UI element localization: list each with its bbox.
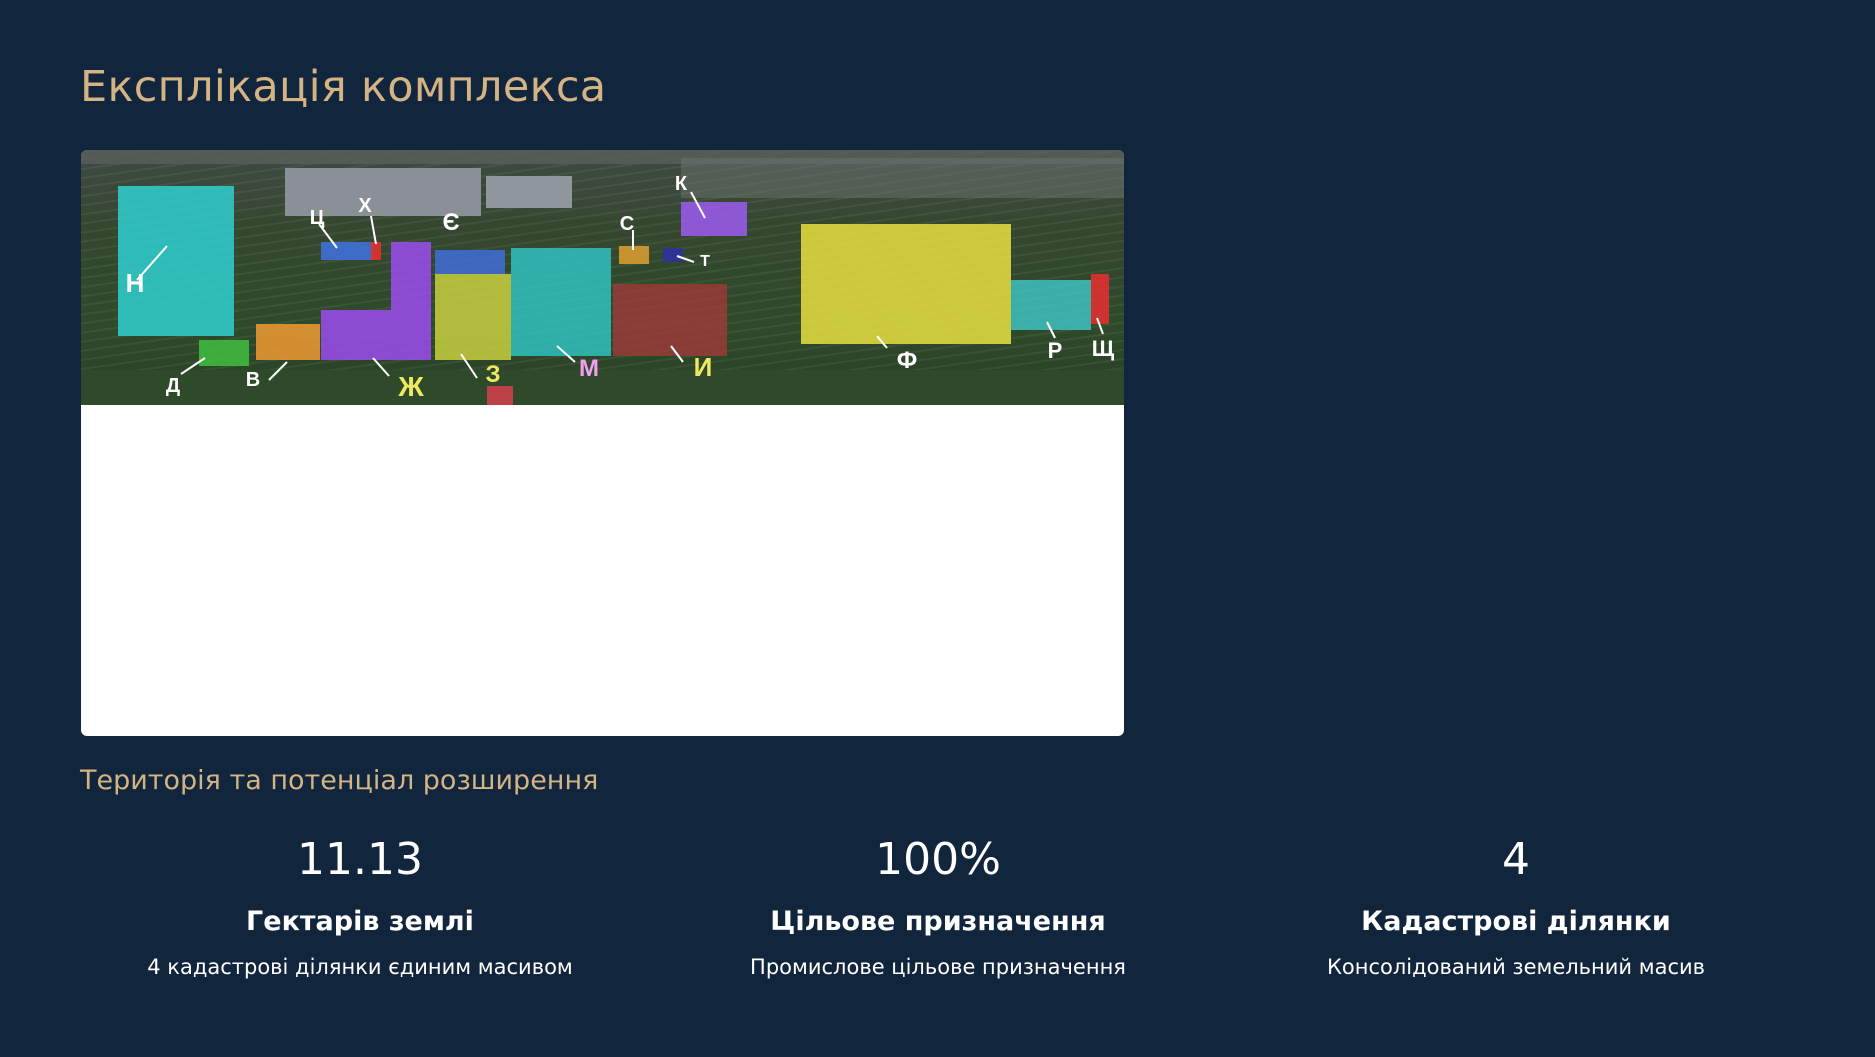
site-plan-overlay: Н Ц Х Є К С Т Д В Ж З М И Ф Р Щ bbox=[81, 150, 1124, 405]
label-s: С bbox=[620, 213, 634, 235]
building-f bbox=[801, 224, 1011, 344]
stat-value: 4 bbox=[1502, 834, 1530, 885]
building-t bbox=[663, 248, 683, 262]
stat-label: Цільове призначення bbox=[770, 906, 1106, 937]
stat-purpose: 100% Цільове призначення Промислове ціль… bbox=[668, 830, 1208, 979]
label-m: М bbox=[579, 355, 599, 382]
page-title: Експлікація комплекса bbox=[80, 62, 607, 112]
building-m bbox=[511, 248, 611, 356]
stat-description: Консолідований земельний масив bbox=[1326, 955, 1706, 979]
building-d bbox=[199, 340, 249, 366]
stat-label: Гектарів землі bbox=[246, 906, 474, 937]
building-ye bbox=[435, 250, 505, 274]
stat-description: 4 кадастрові ділянки єдиним масивом bbox=[147, 955, 573, 979]
building-kh bbox=[371, 242, 381, 260]
building-r bbox=[1011, 280, 1091, 330]
label-shch: Щ bbox=[1092, 336, 1115, 361]
stat-label: Кадастрові ділянки bbox=[1361, 906, 1671, 937]
stat-land-area: 11.13 Гектарів землі 4 кадастрові ділянк… bbox=[90, 830, 630, 979]
label-d: Д bbox=[166, 375, 180, 397]
label-ye: Є bbox=[442, 209, 459, 236]
site-plan-card: Н Ц Х Є К С Т Д В Ж З М И Ф Р Щ bbox=[81, 150, 1124, 736]
building-z bbox=[435, 274, 511, 360]
label-ts: Ц bbox=[310, 207, 325, 229]
aerial-site-plan-image: Н Ц Х Є К С Т Д В Ж З М И Ф Р Щ bbox=[81, 150, 1124, 405]
stat-cadastral-plots: 4 Кадастрові ділянки Консолідований земе… bbox=[1246, 830, 1786, 979]
label-kh: Х bbox=[358, 195, 372, 217]
building-y bbox=[613, 284, 727, 356]
building-ts bbox=[321, 242, 373, 260]
label-n: Н bbox=[126, 268, 145, 298]
building-v bbox=[256, 324, 320, 360]
section-subtitle: Територія та потенціал розширення bbox=[80, 765, 599, 796]
label-y: И bbox=[694, 352, 713, 382]
stat-value: 11.13 bbox=[297, 834, 423, 885]
building-shch bbox=[1091, 274, 1109, 324]
label-k: К bbox=[675, 173, 688, 195]
label-t: Т bbox=[700, 253, 710, 270]
label-r: Р bbox=[1048, 338, 1063, 363]
label-zh: Ж bbox=[397, 371, 424, 402]
stat-value: 100% bbox=[875, 834, 1001, 885]
label-v: В bbox=[246, 369, 260, 391]
building-n bbox=[118, 186, 234, 336]
label-z: З bbox=[485, 361, 500, 388]
label-f: Ф bbox=[897, 347, 917, 374]
stat-description: Промислове цільове призначення bbox=[750, 955, 1126, 979]
building-k bbox=[681, 202, 747, 236]
